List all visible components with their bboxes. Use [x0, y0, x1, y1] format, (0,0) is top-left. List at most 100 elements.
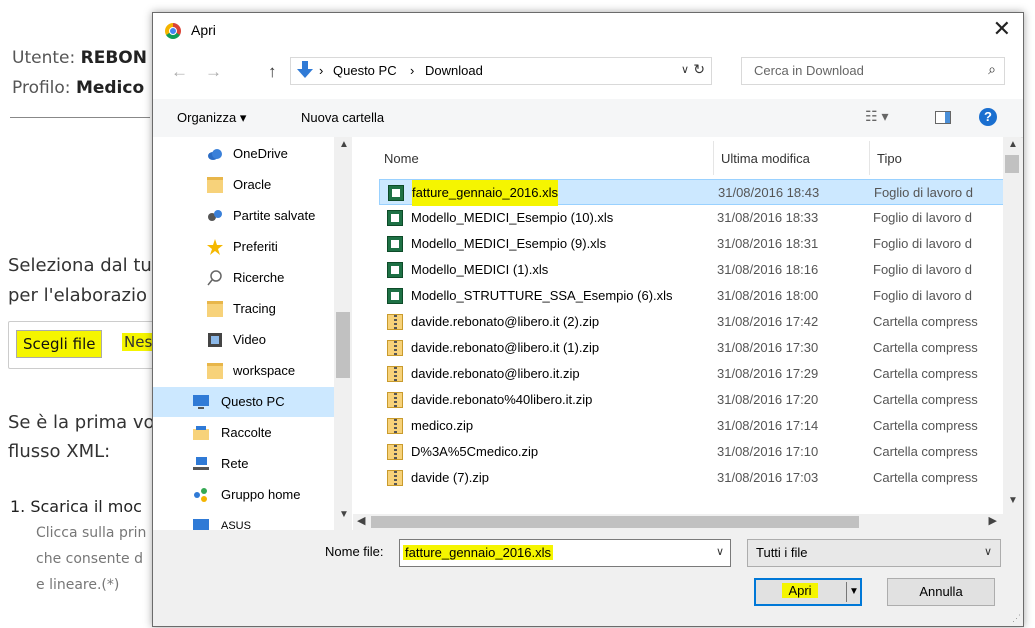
nav-item-oracle[interactable]: Oracle — [153, 170, 334, 200]
open-options-dropdown-icon[interactable]: ▼ — [846, 582, 861, 602]
file-type: Foglio di lavoro d — [874, 185, 973, 200]
nav-item-rete[interactable]: Rete — [153, 449, 334, 479]
file-row[interactable]: davide.rebonato%40libero.it.zip 31/08/20… — [379, 387, 1003, 413]
user-line: Utente: REBON — [12, 48, 147, 68]
file-row[interactable]: Modello_MEDICI_Esempio (9).xls 31/08/201… — [379, 231, 1003, 257]
file-row[interactable]: D%3A%5Cmedico.zip 31/08/2016 17:10 Carte… — [379, 439, 1003, 465]
file-modified: 31/08/2016 17:14 — [717, 418, 819, 433]
nav-item-ricerche[interactable]: Ricerche — [153, 263, 334, 293]
scroll-down-icon[interactable]: ▼ — [339, 509, 349, 520]
download-arrow-icon — [297, 61, 313, 78]
forward-icon[interactable]: → — [205, 62, 222, 82]
file-row[interactable]: Modello_MEDICI (1).xls 31/08/2016 18:16 … — [379, 257, 1003, 283]
address-dropdown-icon[interactable]: ∨ — [681, 63, 689, 76]
nav-item-preferiti[interactable]: Preferiti — [153, 232, 334, 262]
file-name: Modello_STRUTTURE_SSA_Esempio (6).xls — [411, 288, 673, 303]
choose-file-button[interactable]: Scegli file — [16, 330, 103, 358]
address-row: ← → ↑ › Questo PC › Download ∨ ↻ Cerca i… — [153, 47, 1023, 99]
navigation-scrollbar[interactable]: ▲ ▼ — [334, 137, 352, 530]
file-list-horizontal-scrollbar[interactable]: ◀ ▶ — [353, 514, 1003, 530]
file-type: Foglio di lavoro d — [873, 236, 972, 251]
nav-item-questo-pc[interactable]: Questo PC — [153, 387, 334, 417]
refresh-icon[interactable]: ↻ — [693, 61, 705, 78]
new-folder-button[interactable]: Nuova cartella — [301, 110, 384, 125]
excel-file-icon — [387, 236, 403, 252]
scroll-right-icon[interactable]: ▶ — [989, 514, 997, 527]
scrollbar-thumb[interactable] — [336, 312, 350, 378]
network-icon — [193, 457, 209, 470]
nav-item-tracing[interactable]: Tracing — [153, 294, 334, 324]
up-icon[interactable]: ↑ — [268, 62, 277, 82]
nav-item-partite-salvate[interactable]: Partite salvate — [153, 201, 334, 231]
file-modified: 31/08/2016 18:16 — [717, 262, 819, 277]
file-row[interactable]: medico.zip 31/08/2016 17:14 Cartella com… — [379, 413, 1003, 439]
profile-value: Medico — [75, 78, 145, 98]
nav-item-asus[interactable]: ASUS — [153, 511, 334, 530]
file-row[interactable]: davide (7).zip 31/08/2016 17:03 Cartella… — [379, 465, 1003, 491]
file-row[interactable]: davide.rebonato@libero.it (1).zip 31/08/… — [379, 335, 1003, 361]
nav-item-video[interactable]: Video — [153, 325, 334, 355]
nav-item-raccolte[interactable]: Raccolte — [153, 418, 334, 448]
scroll-left-icon[interactable]: ◀ — [357, 514, 365, 527]
breadcrumb-download[interactable]: Download — [425, 63, 483, 78]
file-name: davide.rebonato@libero.it (2).zip — [411, 314, 600, 329]
file-name: Modello_MEDICI (1).xls — [411, 262, 549, 277]
column-separator[interactable] — [713, 141, 714, 175]
dialog-toolbar: Organizza ▾ Nuova cartella ☷ ▾ ? — [153, 99, 1023, 138]
scrollbar-thumb[interactable] — [1005, 155, 1019, 173]
file-row[interactable]: Modello_MEDICI_Esempio (10).xls 31/08/20… — [379, 205, 1003, 231]
dialog-titlebar: Apri ✕ — [153, 13, 1023, 47]
scroll-up-icon[interactable]: ▲ — [1008, 139, 1018, 150]
back-icon[interactable]: ← — [171, 62, 188, 82]
homegroup-icon — [194, 488, 207, 502]
column-type[interactable]: Tipo — [877, 151, 902, 166]
view-options-icon[interactable]: ☷ ▾ — [865, 108, 888, 125]
search-icon[interactable]: ⌕ — [988, 61, 996, 78]
file-type: Cartella compress — [873, 470, 978, 485]
open-button-label: Apri — [782, 583, 818, 598]
file-row[interactable]: davide.rebonato@libero.it (2).zip 31/08/… — [379, 309, 1003, 335]
file-name: davide.rebonato%40libero.it.zip — [411, 392, 593, 407]
file-name: fatture_gennaio_2016.xls — [412, 180, 559, 206]
close-icon[interactable]: ✕ — [993, 16, 1011, 42]
file-type: Cartella compress — [873, 340, 978, 355]
zip-file-icon — [387, 314, 403, 330]
file-modified: 31/08/2016 17:42 — [717, 314, 819, 329]
column-name[interactable]: Nome — [384, 151, 419, 166]
preview-pane-icon[interactable] — [935, 111, 951, 124]
file-row[interactable]: davide.rebonato@libero.it.zip 31/08/2016… — [379, 361, 1003, 387]
file-type-select[interactable]: Tutti i file ∨ — [747, 539, 1001, 567]
video-icon — [208, 333, 222, 347]
file-modified: 31/08/2016 17:20 — [717, 392, 819, 407]
organize-menu[interactable]: Organizza ▾ — [177, 110, 246, 126]
column-modified[interactable]: Ultima modifica — [721, 151, 810, 166]
column-separator[interactable] — [869, 141, 870, 175]
computer-icon — [193, 395, 209, 409]
cancel-button[interactable]: Annulla — [887, 578, 995, 606]
scroll-down-icon[interactable]: ▼ — [1008, 495, 1018, 506]
file-list-vertical-scrollbar[interactable]: ▲ ▼ — [1003, 137, 1021, 514]
chevron-down-icon[interactable]: ∨ — [716, 545, 724, 558]
resize-grip-icon[interactable]: ⋰ — [1012, 613, 1021, 624]
scroll-up-icon[interactable]: ▲ — [339, 139, 349, 150]
step1-text1: Clicca sulla prin — [36, 525, 147, 541]
nav-item-gruppo-home[interactable]: Gruppo home — [153, 480, 334, 510]
file-name: Modello_MEDICI_Esempio (10).xls — [411, 210, 614, 225]
file-row[interactable]: fatture_gennaio_2016.xls 31/08/2016 18:4… — [379, 179, 1003, 206]
nav-item-onedrive[interactable]: OneDrive — [153, 139, 334, 169]
file-type: Foglio di lavoro d — [873, 210, 972, 225]
excel-file-icon — [388, 185, 404, 201]
search-input[interactable]: Cerca in Download ⌕ — [741, 57, 1005, 85]
address-bar[interactable]: › Questo PC › Download ∨ ↻ — [290, 57, 712, 85]
nav-item-workspace[interactable]: workspace — [153, 356, 334, 386]
file-row[interactable]: Modello_STRUTTURE_SSA_Esempio (6).xls 31… — [379, 283, 1003, 309]
help-icon[interactable]: ? — [979, 108, 997, 126]
filename-input[interactable]: fatture_gennaio_2016.xls ∨ — [399, 539, 731, 567]
libraries-icon — [193, 426, 209, 440]
breadcrumb-questo-pc[interactable]: Questo PC — [333, 63, 397, 78]
first-time-line2: flusso XML: — [8, 441, 111, 462]
open-button[interactable]: Apri ▼ — [754, 578, 862, 606]
file-modified: 31/08/2016 18:00 — [717, 288, 819, 303]
scrollbar-thumb[interactable] — [371, 516, 859, 528]
file-type: Foglio di lavoro d — [873, 262, 972, 277]
